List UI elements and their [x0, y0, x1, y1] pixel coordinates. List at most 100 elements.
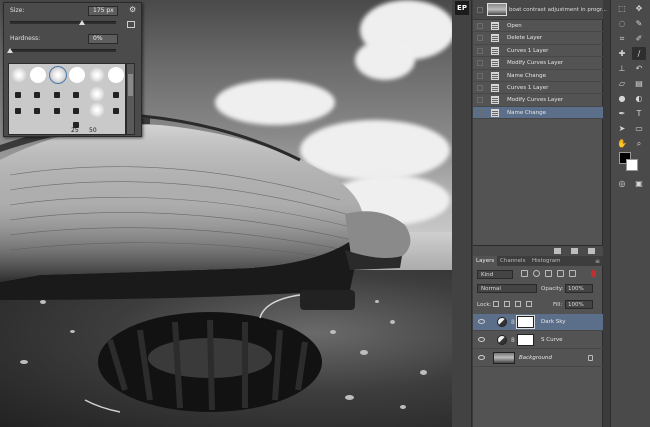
brush-preset[interactable]: [89, 102, 105, 118]
trash-icon[interactable]: [588, 248, 595, 254]
lasso-icon[interactable]: ◌: [615, 17, 629, 30]
brush-preset[interactable]: [108, 67, 124, 83]
path-select-icon[interactable]: ➤: [615, 122, 629, 135]
brush-preset[interactable]: [15, 92, 21, 98]
healing-icon[interactable]: ✚: [615, 47, 629, 60]
panel-menu-icon[interactable]: ≡: [595, 258, 600, 265]
dodge-icon[interactable]: ◐: [632, 92, 646, 105]
brush-preset[interactable]: [11, 67, 27, 83]
brush-preset[interactable]: [89, 86, 105, 102]
history-source-box[interactable]: [477, 7, 483, 13]
history-source-box[interactable]: [477, 35, 483, 42]
lock-transparency-icon[interactable]: [493, 301, 499, 307]
history-state[interactable]: Curves 1 Layer: [473, 45, 603, 58]
layer-mask-thumbnail[interactable]: [517, 334, 534, 346]
ep-panel-button[interactable]: EP: [455, 1, 469, 15]
layer-row[interactable]: 8 S Curve: [473, 332, 603, 349]
size-slider-thumb[interactable]: [79, 20, 86, 25]
opacity-field[interactable]: 100%: [565, 284, 593, 293]
new-document-from-state-icon[interactable]: [554, 248, 561, 254]
brush-grid-scrollbar[interactable]: [126, 63, 135, 135]
brush-preset[interactable]: [113, 92, 119, 98]
link-icon[interactable]: 8: [511, 319, 515, 326]
history-state[interactable]: Open: [473, 20, 603, 33]
brush-preset[interactable]: [34, 108, 40, 114]
marquee-icon[interactable]: ⬚: [615, 2, 629, 15]
blend-mode-select[interactable]: Normal: [477, 284, 537, 293]
visibility-eye-icon[interactable]: [478, 337, 485, 342]
history-source-box[interactable]: [477, 60, 483, 67]
type-icon[interactable]: T: [632, 107, 646, 120]
hardness-field[interactable]: 0%: [88, 34, 118, 44]
filter-toggle[interactable]: [591, 270, 596, 277]
history-state[interactable]: Curves 1 Layer: [473, 82, 603, 95]
crop-icon[interactable]: ⌗: [615, 32, 629, 45]
pen-icon[interactable]: ✒: [615, 107, 629, 120]
filter-kind-select[interactable]: Kind: [477, 270, 513, 279]
tab-layers[interactable]: Layers: [473, 256, 498, 266]
eyedropper-icon[interactable]: ✐: [632, 32, 646, 45]
size-slider[interactable]: [10, 20, 116, 25]
layer-row[interactable]: 8 Dark Sky: [473, 314, 603, 331]
brush-preset-grid[interactable]: 25 50: [8, 63, 126, 135]
lock-image-icon[interactable]: [504, 301, 510, 307]
clone-stamp-icon[interactable]: ⊥: [615, 62, 629, 75]
brush-preset[interactable]: [15, 108, 21, 114]
hardness-slider-thumb[interactable]: [7, 48, 13, 53]
history-state[interactable]: Modify Curves Layer: [473, 94, 603, 107]
brush-preset[interactable]: [49, 66, 67, 84]
history-source-box[interactable]: [477, 109, 483, 116]
history-snapshot[interactable]: boat contrast adjustment in progr...: [473, 0, 607, 20]
smart-object-filter-icon[interactable]: [569, 270, 576, 277]
brush-icon[interactable]: ∕: [632, 47, 646, 60]
brush-preset[interactable]: [54, 92, 60, 98]
move-icon[interactable]: ✥: [632, 2, 646, 15]
history-state[interactable]: Name Change: [473, 106, 603, 120]
brush-preset[interactable]: [54, 108, 60, 114]
layer-row[interactable]: Background: [473, 350, 603, 367]
brush-preset[interactable]: [73, 108, 79, 114]
history-state[interactable]: Name Change: [473, 70, 603, 82]
camera-icon[interactable]: [571, 248, 578, 254]
screen-mode-icon[interactable]: ▣: [632, 177, 646, 190]
quick-select-icon[interactable]: ✎: [632, 17, 646, 30]
blur-icon[interactable]: ●: [615, 92, 629, 105]
history-source-box[interactable]: [477, 85, 483, 91]
visibility-eye-icon[interactable]: [478, 319, 485, 324]
history-brush-icon[interactable]: ↶: [632, 62, 646, 75]
gradient-icon[interactable]: ▤: [632, 77, 646, 90]
history-source-box[interactable]: [477, 97, 483, 104]
gear-icon[interactable]: ⚙: [129, 6, 137, 14]
hardness-slider[interactable]: [7, 48, 116, 53]
size-field[interactable]: 175 px: [88, 6, 118, 16]
history-state[interactable]: Delete Layer: [473, 32, 603, 45]
history-source-box[interactable]: [477, 47, 483, 54]
shape-icon[interactable]: ▭: [632, 122, 646, 135]
tab-channels[interactable]: Channels: [497, 256, 528, 266]
history-source-box[interactable]: [477, 23, 483, 29]
brush-preset[interactable]: [113, 108, 119, 114]
quick-mask-icon[interactable]: ◎: [615, 177, 629, 190]
brush-preset[interactable]: [69, 67, 85, 83]
hand-icon[interactable]: ✋: [615, 137, 629, 150]
adjustment-filter-icon[interactable]: [533, 270, 540, 277]
lock-position-icon[interactable]: [515, 301, 521, 307]
history-state[interactable]: Modify Curves Layer: [473, 57, 603, 70]
layer-mask-thumbnail[interactable]: [516, 315, 535, 329]
visibility-eye-icon[interactable]: [478, 355, 485, 360]
pixel-filter-icon[interactable]: [521, 270, 528, 277]
history-source-box[interactable]: [477, 72, 483, 79]
brush-preset[interactable]: [34, 92, 40, 98]
brush-preset[interactable]: [73, 92, 79, 98]
brush-preset[interactable]: [89, 67, 105, 83]
scrollbar-thumb[interactable]: [128, 74, 133, 96]
type-filter-icon[interactable]: [545, 270, 552, 277]
shape-filter-icon[interactable]: [557, 270, 564, 277]
document-canvas[interactable]: Size: 175 px ⚙ Hardness: 0% 25 50: [0, 0, 452, 427]
tab-histogram[interactable]: Histogram: [529, 256, 564, 266]
lock-all-icon[interactable]: [526, 301, 532, 307]
eraser-icon[interactable]: ▱: [615, 77, 629, 90]
new-preset-icon[interactable]: [127, 21, 135, 28]
fill-field[interactable]: 100%: [565, 300, 593, 309]
link-icon[interactable]: 8: [511, 337, 515, 344]
